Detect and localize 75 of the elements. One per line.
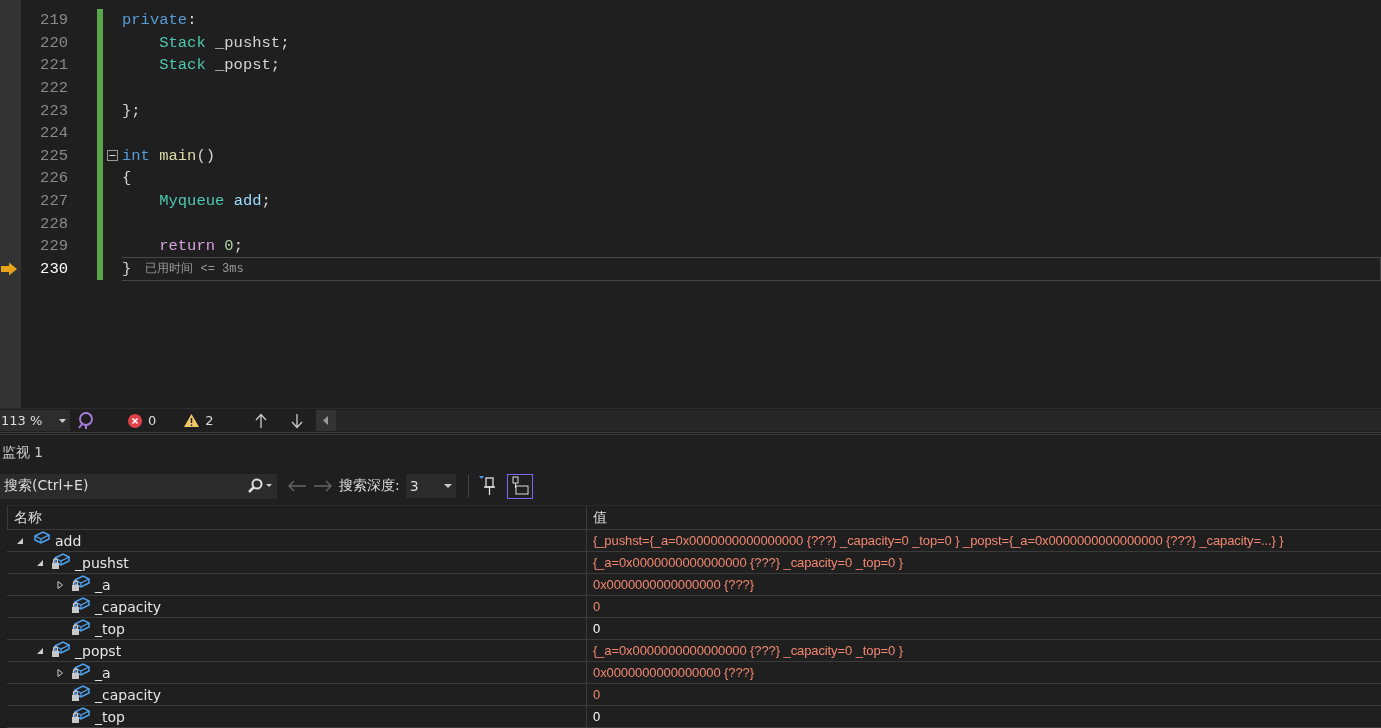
line-number: 228: [39, 214, 68, 233]
line-number: 223: [39, 101, 68, 120]
locked-object-icon: [71, 618, 91, 636]
variable-value: {_pushst={_a=0x0000000000000000 {???} _capacity=0 _top=0 } _popst={_a=0x0000000000000000 {???} _capacity=...} }: [586, 530, 1381, 551]
back-arrow-icon[interactable]: [287, 479, 307, 493]
variable-value: 0x0000000000000000 {???}: [586, 662, 1381, 683]
line-number: 219: [39, 11, 68, 30]
variable-value: 0: [586, 684, 1381, 705]
variable-value: 0x0000000000000000 {???}: [586, 574, 1381, 595]
locked-object-icon: [71, 706, 91, 724]
line-number: 226: [39, 169, 68, 188]
pin-icon[interactable]: [478, 476, 497, 496]
line-number: 224: [39, 124, 68, 143]
locked-object-icon: [51, 552, 71, 570]
line-number: 222: [39, 79, 68, 98]
variable-value: {_a=0x0000000000000000 {???} _capacity=0 _top=0 }: [586, 552, 1381, 573]
dropdown-caret-icon[interactable]: [443, 484, 452, 488]
panel-title: 监视 1: [2, 444, 43, 462]
expand-triangle-icon[interactable]: [56, 580, 64, 589]
collapse-triangle-icon[interactable]: [36, 646, 44, 655]
variable-name: add: [55, 532, 82, 549]
code-line: }: [122, 259, 132, 278]
pin-values-button[interactable]: [506, 473, 533, 499]
search-field[interactable]: 搜索(Ctrl+E): [0, 473, 277, 499]
variable-name: _top: [95, 620, 125, 637]
code-line: return 0;: [158, 237, 243, 256]
locked-object-icon: [71, 574, 91, 592]
search-depth-label: 搜索深度:: [339, 477, 400, 495]
expand-triangle-icon[interactable]: [56, 668, 64, 677]
code-line: };: [122, 101, 141, 120]
code-line: Myqueue add;: [158, 192, 271, 211]
down-arrow-icon[interactable]: [289, 412, 304, 429]
variable-value: 0: [586, 596, 1381, 617]
zoom-dropdown[interactable]: 113 %: [0, 410, 70, 432]
error-icon[interactable]: [128, 413, 142, 428]
variable-value: 0: [586, 618, 1381, 639]
warning-count: 2: [205, 413, 214, 429]
code-line: {: [122, 169, 132, 188]
code-line: Stack _pushst;: [158, 33, 290, 52]
up-arrow-icon[interactable]: [253, 412, 268, 429]
column-header[interactable]: 值: [586, 506, 1381, 529]
scroll-left-icon[interactable]: [315, 410, 336, 432]
line-number: 230: [39, 259, 68, 278]
locked-object-icon: [51, 640, 71, 658]
locked-object-icon: [71, 662, 91, 680]
code-line: int main(): [122, 146, 216, 165]
forward-arrow-icon[interactable]: [313, 479, 333, 493]
code-line: Stack _popst;: [158, 56, 281, 75]
elapsed-time-hint: 已用时间 <= 3ms: [145, 261, 244, 278]
line-number: 221: [39, 56, 68, 75]
line-number: 220: [39, 33, 68, 52]
error-count: 0: [148, 413, 157, 429]
collapse-triangle-icon[interactable]: [16, 536, 24, 545]
warning-icon[interactable]: [184, 414, 200, 428]
variable-value: 0: [586, 706, 1381, 727]
line-number: 229: [39, 237, 68, 256]
locked-object-icon: [71, 684, 91, 702]
variable-value: {_a=0x0000000000000000 {???} _capacity=0 _top=0 }: [586, 640, 1381, 661]
search-depth-dropdown[interactable]: 3: [405, 474, 456, 498]
line-number: 225: [39, 146, 68, 165]
line-number: 227: [39, 192, 68, 211]
variable-name: _a: [95, 664, 111, 681]
collapse-icon[interactable]: [107, 150, 118, 162]
dropdown-caret-icon[interactable]: [59, 418, 66, 423]
variable-name: _popst: [75, 642, 122, 659]
code-line: private:: [122, 11, 197, 30]
variable-name: _capacity: [95, 686, 162, 703]
variable-name: _pushst: [75, 554, 129, 571]
variable-name: _top: [95, 708, 125, 725]
locked-object-icon: [71, 596, 91, 614]
variable-name: _capacity: [95, 598, 162, 615]
search-icon[interactable]: [247, 478, 273, 494]
column-header[interactable]: 名称: [7, 506, 586, 529]
variable-name: _a: [95, 576, 111, 593]
collapse-triangle-icon[interactable]: [36, 558, 44, 567]
